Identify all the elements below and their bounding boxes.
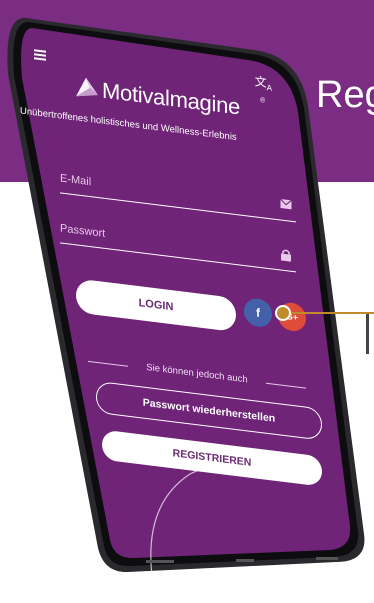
callout-line [282, 312, 374, 314]
registered-mark: ® [260, 96, 266, 105]
facebook-button[interactable]: f [244, 297, 272, 329]
password-field[interactable]: Passwort [60, 216, 296, 273]
hamburger-icon[interactable] [34, 49, 46, 61]
email-placeholder: E-Mail [60, 172, 92, 189]
lock-icon [281, 249, 291, 262]
email-field[interactable]: E-Mail [60, 166, 296, 223]
envelope-icon [280, 198, 292, 210]
logo-leaf-icon [76, 77, 98, 97]
phone-mockup: 文A Motivalmagine ® Unübertroffenes holis… [4, 14, 372, 576]
register-button[interactable]: REGISTRIEREN [102, 429, 322, 487]
login-button[interactable]: LOGIN [76, 278, 236, 333]
app-screen: 文A Motivalmagine ® Unübertroffenes holis… [20, 44, 344, 603]
callout-dot [275, 305, 291, 321]
password-placeholder: Passwort [60, 222, 106, 240]
logo-text: Motivalmagine [102, 77, 240, 120]
